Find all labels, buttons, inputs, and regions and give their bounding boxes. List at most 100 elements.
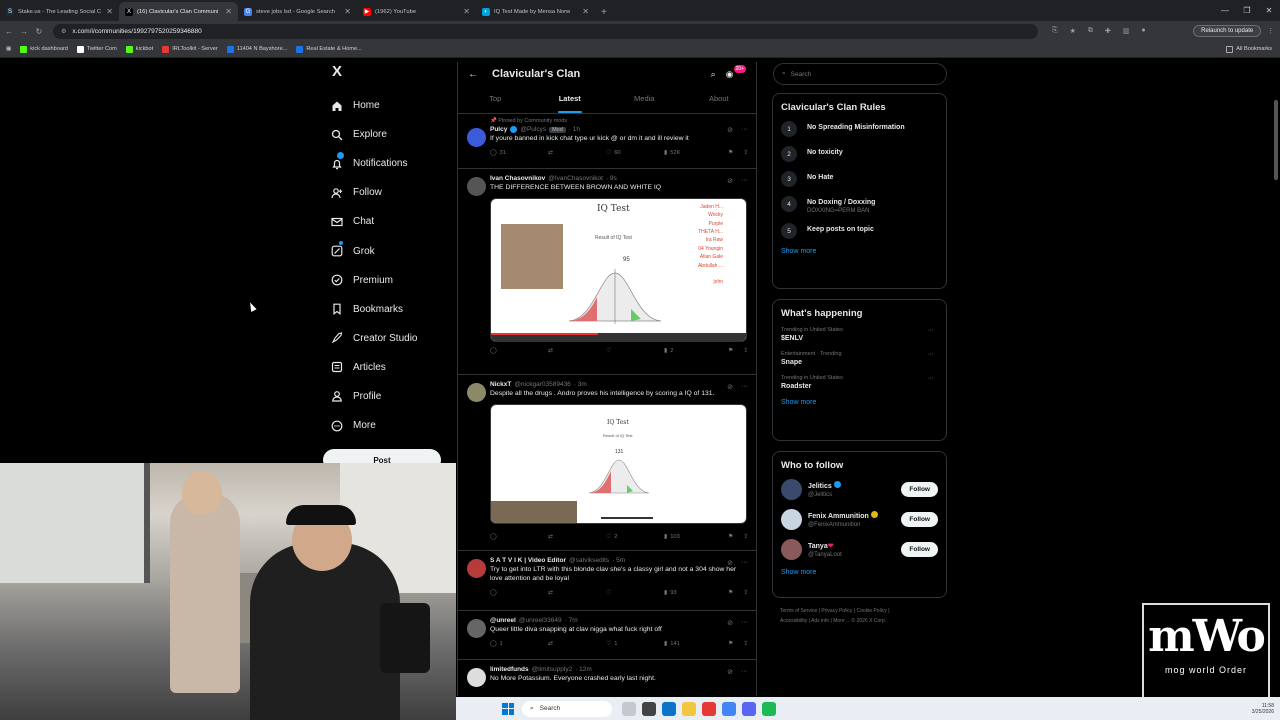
more-dots-icon[interactable]: ··· [741,177,748,185]
views-button[interactable]: ▮ 2 [664,348,722,354]
star-icon[interactable]: ★ [1070,27,1076,35]
sidebar-item-explore[interactable]: Explore [326,120,456,149]
close-icon[interactable]: ✕ [582,7,589,16]
rule-item[interactable]: 5 Keep posts on topic [781,223,938,239]
bookmark-item[interactable]: Twitter Com [76,45,117,53]
share-icon[interactable]: ⇪ [743,641,748,647]
like-button[interactable]: ♡ 2 [606,534,664,540]
author-handle[interactable]: @unreel33649 [519,617,562,624]
reply-button[interactable]: ◯ 1 [490,641,548,647]
back-arrow-icon[interactable]: ← [3,27,15,36]
all-bookmarks-button[interactable]: All Bookmarks [1226,45,1272,53]
sidepanel-icon[interactable]: ▥ [1123,27,1130,35]
footer-link[interactable]: Privacy Policy [821,608,852,614]
close-icon[interactable]: ✕ [225,7,232,16]
show-more-link[interactable]: Show more [781,248,938,255]
sidebar-item-bookmarks[interactable]: Bookmarks [326,295,456,324]
grok-icon[interactable]: ⊘ [727,383,733,391]
cast-icon[interactable]: ⎘ [1052,27,1058,35]
post-image[interactable]: IQ Test Result of IQ Test 131 [490,403,747,524]
grok-icon[interactable]: ⊘ [727,177,733,185]
views-button[interactable]: ▮ 141 [664,641,722,647]
more-dots-icon[interactable]: ··· [927,351,934,358]
views-button[interactable]: ▮ 93 [664,590,722,596]
author-handle[interactable]: @IvanChasovnikot [548,175,603,182]
sidebar-item-profile[interactable]: Profile [326,382,456,411]
x-logo-icon[interactable]: X [332,62,456,82]
footer-link[interactable]: Cookie Policy [857,608,887,614]
post-time[interactable]: · 3m [574,381,587,388]
tab-media[interactable]: Media [607,86,682,113]
post-time[interactable]: · 9s [606,175,617,182]
repost-button[interactable]: ⇄ [548,150,606,156]
url-input[interactable]: ⚙ x.com/i/communities/1992797520259346880 [53,23,1038,39]
video-progress-bar[interactable] [491,332,746,341]
rule-item[interactable]: 1 No Spreading Misinformation [781,121,938,137]
task-view-icon[interactable] [642,701,656,716]
bookmark-icon[interactable]: ⚑ [728,534,733,540]
share-icon[interactable]: ⇪ [743,150,748,156]
rule-item[interactable]: 3 No Hate [781,171,938,187]
window-close-icon[interactable]: ✕ [1258,0,1280,21]
repost-button[interactable]: ⇄ [548,348,606,354]
bookmark-item[interactable]: kickbot [125,45,153,53]
search-icon[interactable]: ⌕ [711,69,716,80]
new-tab-plus-icon[interactable]: + [595,7,613,18]
author-name[interactable]: @unreel [490,617,516,624]
more-dots-icon[interactable]: ··· [741,668,748,676]
puzzle-icon[interactable]: ✚ [1105,27,1111,35]
follow-suggestion[interactable]: Tanya❤ @TanyaLoot Follow [781,539,938,560]
back-arrow-icon[interactable]: ← [468,69,478,80]
apps-grid-icon[interactable]: ▦ [6,46,11,52]
reply-button[interactable]: ◯ [490,534,548,540]
author-handle[interactable]: @satviksedits [569,557,609,564]
share-icon[interactable]: ⇪ [743,590,748,596]
spotify-icon[interactable] [762,701,776,716]
author-name[interactable]: Ivan Chasovnikov [490,175,545,182]
avatar[interactable] [467,559,486,578]
post[interactable]: @unreel @unreel33649 · 7m ⊘ ··· Queer littl… [458,611,756,660]
footer-link[interactable]: Accessibility [780,618,807,624]
reload-icon[interactable]: ↻ [33,27,45,36]
trend-item[interactable]: Trending in United States Roadster ··· [781,375,938,390]
more-dots-icon[interactable]: ··· [741,559,748,567]
grok-icon[interactable]: ⊘ [727,619,733,627]
repost-button[interactable]: ⇄ [548,534,606,540]
repost-button[interactable]: ⇄ [548,590,606,596]
forward-arrow-icon[interactable]: → [18,27,30,36]
maximize-icon[interactable]: ❐ [1236,0,1258,21]
browser-tab[interactable]: S Stake.us - The Leading Social C ✕ [0,2,119,21]
post-time[interactable]: · 7m [565,617,578,624]
post[interactable]: Ivan Chasovnikov @IvanChasovnikot · 9s ⊘ ··… [458,169,756,375]
grok-icon[interactable]: ⊘ [727,126,733,134]
rule-item[interactable]: 2 No toxicity [781,146,938,162]
author-handle[interactable]: @limitsupply2 [532,666,573,673]
bookmark-item[interactable]: IRLToolkit - Server [162,45,218,53]
author-name[interactable]: Pulcy [490,126,507,133]
post[interactable]: S A T V I K | Video Editor @satviksedits ·… [458,551,756,611]
like-button[interactable]: ♡ 60 [606,150,664,156]
trend-item[interactable]: Trending in United States $ENLV ··· [781,327,938,342]
follow-button[interactable]: Follow [901,512,938,527]
sidebar-item-notifications[interactable]: Notifications [326,149,456,178]
sidebar-item-creator-studio[interactable]: Creator Studio [326,324,456,353]
avatar[interactable]: ● [1141,27,1145,35]
author-handle[interactable]: @Pulcys [520,126,546,133]
like-button[interactable]: ♡ 1 [606,641,664,647]
avatar[interactable] [467,668,486,687]
post[interactable]: NickxT @nickgar03589436 · 3m ⊘ ··· Despite … [458,375,756,551]
system-clock[interactable]: 11:58 3/25/2026 [1252,703,1274,715]
taskbar-search[interactable]: ⌕ Search [522,700,612,717]
close-icon[interactable]: ✕ [463,7,470,16]
reply-button[interactable]: ◯ 31 [490,150,548,156]
footer-link[interactable]: More ... [833,618,850,624]
sidebar-item-more[interactable]: More [326,411,456,440]
bookmark-icon[interactable]: ⚑ [728,150,733,156]
more-dots-icon[interactable]: ··· [741,126,748,134]
follow-suggestion[interactable]: Jelitics @Jelitics Follow [781,479,938,500]
more-dots-icon[interactable]: ··· [741,383,748,391]
bookmark-item[interactable]: Real Estate & Home... [296,45,362,53]
avatar[interactable] [781,479,802,500]
avatar[interactable] [467,177,486,196]
trend-item[interactable]: Entertainment · Trending Snape ··· [781,351,938,366]
